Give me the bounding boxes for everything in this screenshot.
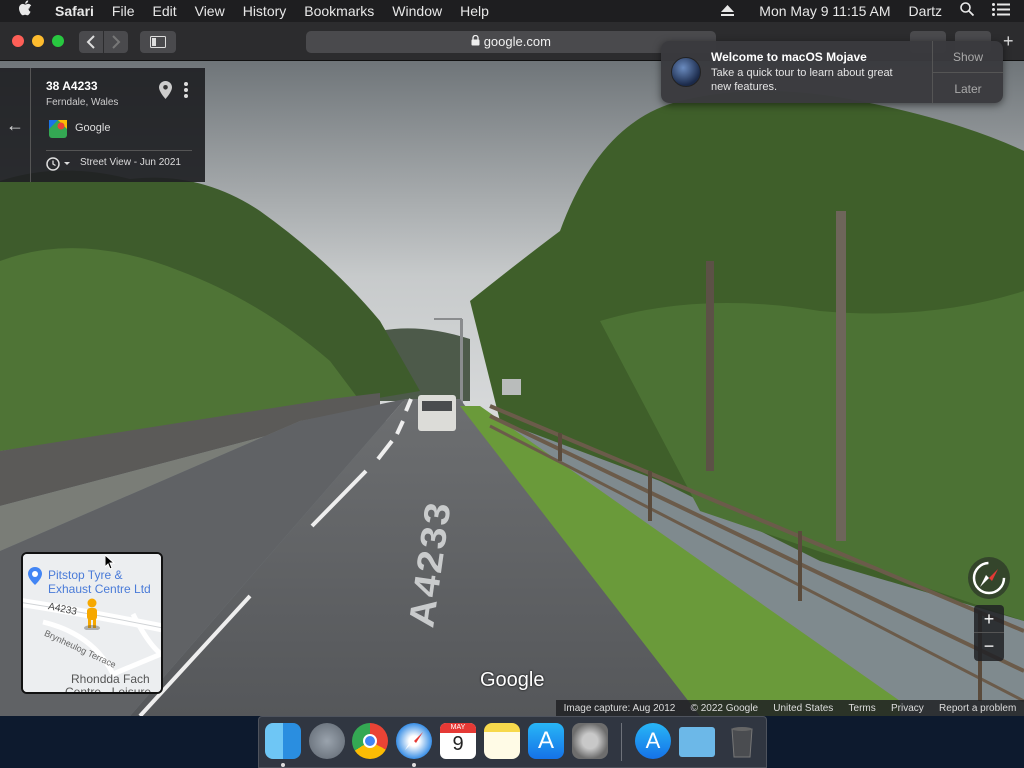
zoom-in-button[interactable]: + — [974, 605, 1004, 633]
app-store-downloads-icon[interactable]: A — [635, 723, 671, 759]
minimize-window-button[interactable] — [32, 35, 44, 47]
app-store-icon[interactable]: A — [528, 723, 564, 759]
apple-icon[interactable] — [0, 0, 46, 22]
menu-bookmarks[interactable]: Bookmarks — [295, 0, 383, 22]
finder-icon[interactable] — [265, 723, 301, 759]
folder-icon[interactable] — [679, 727, 715, 757]
forward-button[interactable] — [104, 31, 128, 53]
menu-window[interactable]: Window — [383, 0, 451, 22]
provider-label: Google — [75, 122, 111, 134]
notes-icon[interactable] — [484, 723, 520, 759]
eject-icon[interactable] — [712, 0, 750, 22]
menu-clock[interactable]: Mon May 9 11:15 AM — [750, 0, 899, 22]
minimap-place2-line1: Rhondda Fach — [71, 672, 150, 686]
address-locality: Ferndale, Wales — [46, 97, 119, 108]
map-pin-icon[interactable] — [159, 81, 172, 104]
report-problem-link[interactable]: Report a problem — [939, 703, 1016, 714]
notification-h-divider — [933, 72, 1003, 73]
address-bar[interactable]: google.com — [306, 31, 716, 53]
safari-icon[interactable] — [396, 723, 432, 759]
new-tab-button[interactable]: + — [1003, 31, 1014, 52]
mojave-app-icon — [671, 57, 701, 87]
calendar-icon[interactable]: MAY 9 — [440, 723, 476, 759]
google-maps-icon — [49, 120, 67, 143]
dock-separator — [621, 723, 622, 761]
menu-edit[interactable]: Edit — [143, 0, 185, 22]
minimap-place-line2: Exhaust Centre Ltd — [48, 582, 151, 596]
street-view-footer: Image capture: Aug 2012 © 2022 Google Un… — [556, 700, 1024, 716]
notification-title: Welcome to macOS Mojave — [711, 50, 867, 64]
launchpad-icon[interactable] — [309, 723, 345, 759]
back-button[interactable] — [79, 31, 103, 53]
notification-center-icon[interactable] — [983, 0, 1024, 22]
zoom-out-button[interactable]: − — [974, 633, 1004, 661]
lock-icon — [471, 34, 484, 49]
notification-later-button[interactable]: Later — [933, 82, 1003, 96]
safari-running-dot — [412, 763, 416, 767]
privacy-link[interactable]: Privacy — [891, 703, 924, 714]
terms-link[interactable]: Terms — [849, 703, 876, 714]
minimap-place2-line2: Centre - Leisure — [65, 685, 152, 694]
compass-button[interactable] — [968, 557, 1010, 599]
location-info-card: ← 38 A4233 Ferndale, Wales Google Street… — [0, 68, 205, 182]
region-link[interactable]: United States — [773, 703, 833, 714]
history-clock-icon[interactable] — [46, 157, 70, 176]
url-text: google.com — [483, 34, 551, 49]
chrome-center — [363, 734, 377, 748]
street-view-date[interactable]: Street View - Jun 2021 — [80, 157, 181, 168]
menu-app-name[interactable]: Safari — [46, 0, 103, 22]
back-arrow-button[interactable]: ← — [0, 68, 31, 182]
system-preferences-icon[interactable] — [572, 723, 608, 759]
trash-icon[interactable] — [724, 723, 760, 759]
spotlight-search-icon[interactable] — [951, 0, 983, 22]
menu-view[interactable]: View — [186, 0, 234, 22]
notification-body-line2: new features. — [711, 81, 778, 93]
arrow-left-icon: ← — [6, 115, 24, 135]
notification-body-line1: Take a quick tour to learn about great — [711, 67, 893, 79]
finder-running-dot — [281, 763, 285, 767]
menu-file[interactable]: File — [103, 0, 144, 22]
dock: MAY 9 A A — [258, 716, 767, 768]
mouse-cursor-icon — [104, 553, 116, 575]
google-watermark: Google — [480, 669, 545, 691]
notification-show-button[interactable]: Show — [933, 50, 1003, 64]
calendar-day: 9 — [452, 733, 464, 755]
menu-help[interactable]: Help — [451, 0, 498, 22]
place-pin-icon — [28, 567, 42, 590]
chevron-left-icon — [86, 35, 95, 49]
divider — [46, 150, 192, 151]
sidebar-toggle-button[interactable] — [140, 31, 176, 53]
pegman-icon[interactable] — [83, 598, 101, 635]
close-window-button[interactable] — [12, 35, 24, 47]
address-title: 38 A4233 — [46, 79, 98, 93]
menu-history[interactable]: History — [234, 0, 296, 22]
calendar-month: MAY — [440, 723, 476, 733]
mojave-notification[interactable]: Welcome to macOS Mojave Take a quick tou… — [661, 41, 1003, 103]
menu-bar: Safari File Edit View History Bookmarks … — [0, 0, 1024, 22]
minimap[interactable]: Pitstop Tyre & Exhaust Centre Ltd A4233 … — [21, 552, 163, 694]
more-options-icon[interactable] — [183, 81, 189, 104]
compass-icon — [972, 561, 1006, 595]
chrome-icon[interactable] — [352, 723, 388, 759]
zoom-controls: + − — [974, 605, 1004, 661]
menu-user[interactable]: Dartz — [900, 0, 951, 22]
zoom-window-button[interactable] — [52, 35, 64, 47]
image-capture-date: Image capture: Aug 2012 — [563, 702, 676, 714]
copyright: © 2022 Google — [690, 702, 759, 714]
